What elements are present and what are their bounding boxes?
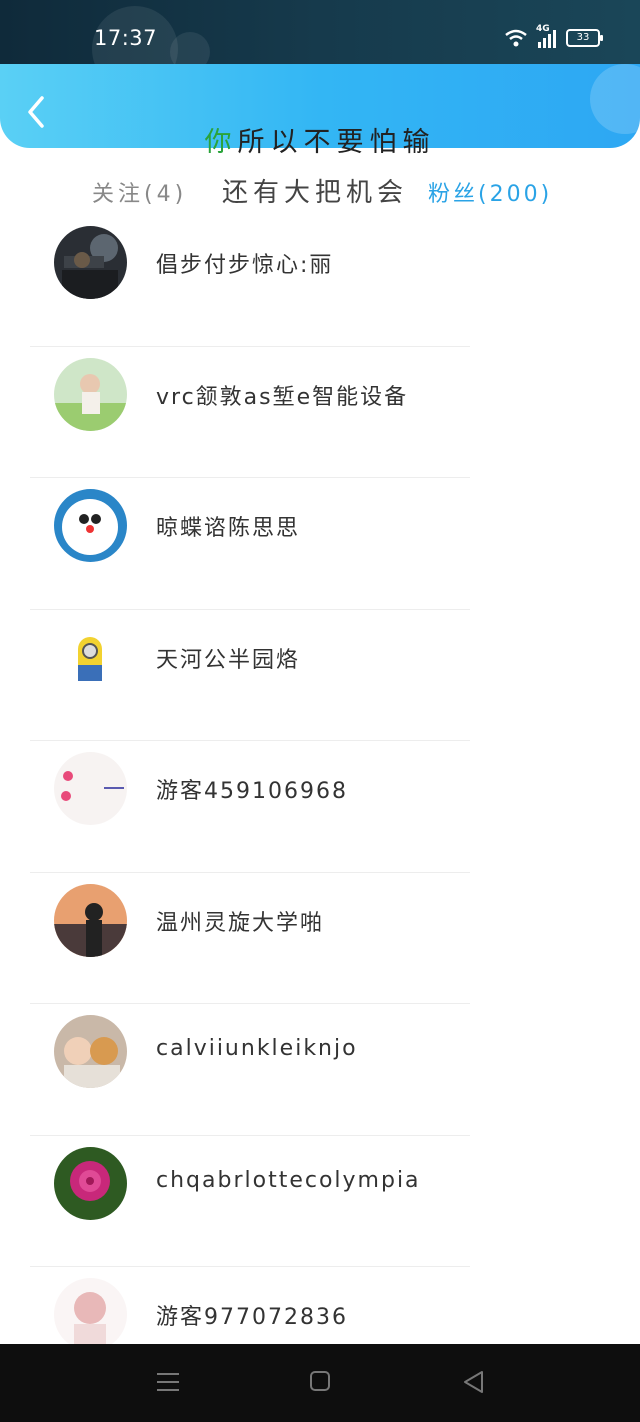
list-item[interactable]: 天河公半园烙 [0, 610, 640, 741]
slogan-text: 还有大把机会 [222, 178, 409, 208]
status-bar: 17:37 4G 33 [0, 0, 640, 92]
tab-bar: 关注(4) 还有大把机会 粉丝(200) [0, 168, 640, 212]
avatar [54, 489, 127, 562]
user-name: calviiunkleiknjo [156, 1036, 358, 1061]
list-item[interactable]: 游客459106968 [0, 741, 640, 873]
battery-icon: 33 [566, 29, 603, 47]
status-time: 17:37 [94, 26, 158, 50]
avatar [54, 620, 127, 694]
tab-follow[interactable]: 关注(4) [92, 176, 187, 208]
user-list: 倡步付步惊心:丽 vrc颔敦as堑e智能设备 晾蝶谘陈思思 天河公半园烙 游客4… [0, 215, 640, 1399]
avatar [54, 357, 127, 431]
network-type: 4G [536, 24, 550, 34]
page-title: 你所以不要怕输 [0, 120, 640, 159]
avatar [54, 1015, 127, 1088]
list-item[interactable]: chqabrlottecolympia [0, 1136, 640, 1267]
avatar [54, 883, 127, 957]
avatar [54, 1146, 127, 1220]
list-item[interactable]: 温州灵旋大学啪 [0, 873, 640, 1004]
title-text: 所以不要怕输 [237, 127, 436, 158]
navigation-bar [0, 1344, 640, 1422]
user-name: 倡步付步惊心:丽 [156, 253, 334, 278]
menu-icon[interactable] [156, 1370, 180, 1394]
user-name: 游客977072836 [156, 1305, 348, 1330]
avatar [54, 1278, 127, 1351]
user-name: 温州灵旋大学啪 [156, 910, 325, 936]
list-item[interactable]: 晾蝶谘陈思思 [0, 478, 640, 610]
battery-level: 33 [576, 32, 590, 43]
home-square-icon[interactable] [309, 1370, 331, 1392]
user-name: chqabrlottecolympia [156, 1167, 421, 1193]
wifi-icon [505, 29, 527, 47]
list-item[interactable]: vrc颔敦as堑e智能设备 [0, 347, 640, 478]
user-name: 游客459106968 [156, 779, 348, 804]
title-first-char: 你 [204, 127, 238, 158]
user-name: vrc颔敦as堑e智能设备 [156, 384, 409, 410]
avatar [54, 226, 127, 299]
signal-icon: 4G [536, 24, 556, 48]
user-name: 晾蝶谘陈思思 [156, 516, 301, 541]
tab-fans[interactable]: 粉丝(200) [428, 176, 552, 208]
user-name: 天河公半园烙 [156, 647, 301, 673]
back-triangle-icon[interactable] [462, 1370, 484, 1394]
list-item[interactable]: 倡步付步惊心:丽 [0, 215, 640, 347]
list-item[interactable]: calviiunkleiknjo [0, 1004, 640, 1136]
avatar [54, 752, 127, 825]
